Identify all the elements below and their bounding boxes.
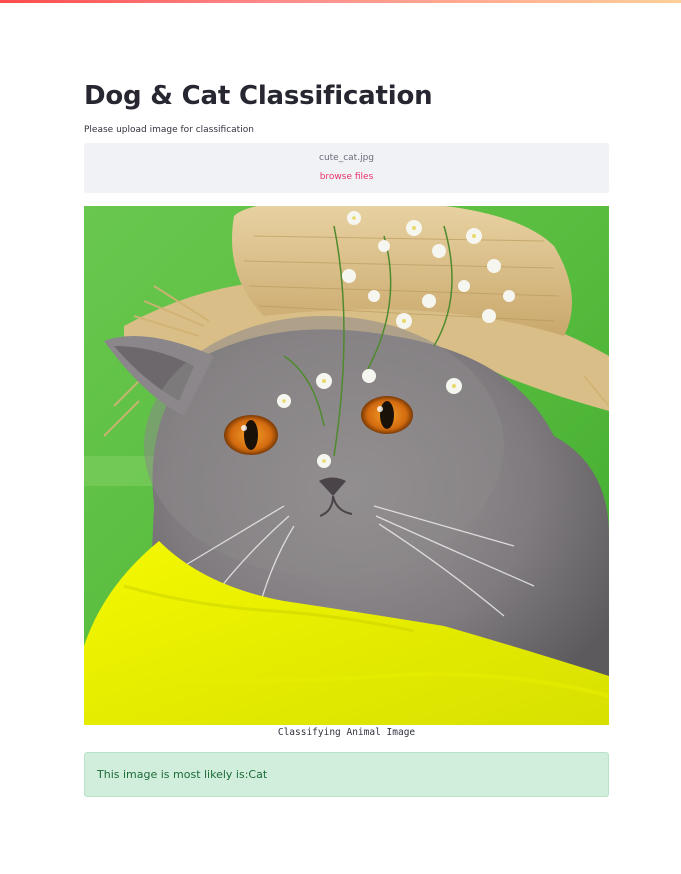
- file-dropzone[interactable]: cute_cat.jpg browse files: [84, 143, 609, 193]
- uploader-label: Please upload image for classification: [84, 125, 254, 135]
- uploaded-file-name: cute_cat.jpg: [319, 153, 374, 163]
- browse-files-button[interactable]: browse files: [84, 171, 609, 183]
- top-decoration-bar: [0, 0, 681, 3]
- cat-image-illustration: [84, 206, 609, 725]
- image-caption: Classifying Animal Image: [277, 727, 416, 738]
- page-title: Dog & Cat Classification: [84, 81, 433, 111]
- prediction-success-alert: This image is most likely is:Cat: [84, 752, 609, 797]
- uploaded-image: [84, 206, 609, 725]
- prediction-result-text: This image is most likely is:Cat: [97, 768, 268, 781]
